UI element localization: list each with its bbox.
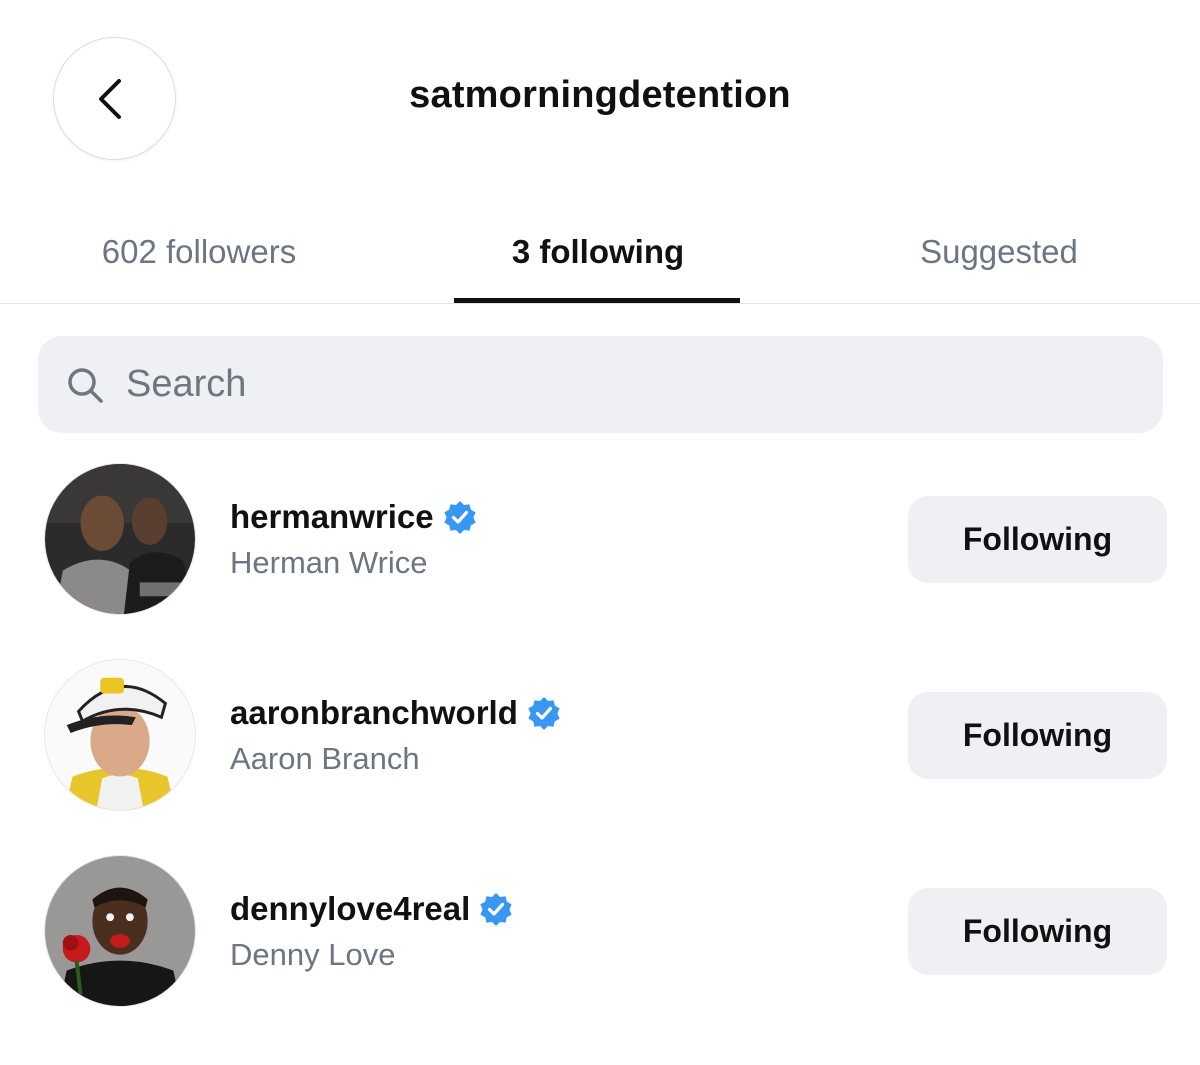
following-button[interactable]: Following bbox=[908, 888, 1167, 975]
user-names: hermanwrice Herman Wrice bbox=[230, 497, 477, 581]
avatar[interactable] bbox=[44, 659, 196, 811]
avatar-image bbox=[45, 856, 195, 1006]
tab-suggested[interactable]: Suggested bbox=[798, 200, 1200, 304]
avatar-image bbox=[45, 660, 195, 810]
following-button[interactable]: Following bbox=[908, 496, 1167, 583]
tab-divider bbox=[0, 303, 1200, 304]
following-button[interactable]: Following bbox=[908, 692, 1167, 779]
full-name: Denny Love bbox=[230, 937, 396, 972]
username[interactable]: aaronbranchworld bbox=[230, 694, 518, 732]
search-bar[interactable] bbox=[38, 336, 1163, 433]
avatar[interactable] bbox=[44, 463, 196, 615]
full-name: Aaron Branch bbox=[230, 741, 420, 776]
verified-badge-icon bbox=[480, 893, 512, 926]
username[interactable]: dennylove4real bbox=[230, 890, 470, 928]
tab-followers[interactable]: 602 followers bbox=[0, 200, 398, 304]
list-item[interactable]: aaronbranchworld Aaron Branch Following bbox=[0, 659, 1200, 819]
user-names: aaronbranchworld Aaron Branch bbox=[230, 693, 561, 777]
search-icon bbox=[68, 367, 103, 403]
tab-bar: 602 followers 3 following Suggested bbox=[0, 200, 1200, 304]
avatar[interactable] bbox=[44, 855, 196, 1007]
user-names: dennylove4real Denny Love bbox=[230, 889, 513, 973]
verified-badge-icon bbox=[528, 697, 560, 730]
tab-following[interactable]: 3 following bbox=[398, 200, 798, 304]
full-name: Herman Wrice bbox=[230, 545, 428, 580]
avatar-image bbox=[45, 464, 195, 614]
username[interactable]: hermanwrice bbox=[230, 498, 434, 536]
search-input[interactable] bbox=[126, 363, 1026, 406]
page-title: satmorningdetention bbox=[409, 74, 791, 116]
list-item[interactable]: dennylove4real Denny Love Following bbox=[0, 855, 1200, 1015]
list-item[interactable]: hermanwrice Herman Wrice Following bbox=[0, 463, 1200, 623]
following-screen: satmorningdetention 602 followers 3 foll… bbox=[0, 0, 1200, 1065]
verified-badge-icon bbox=[443, 501, 476, 534]
